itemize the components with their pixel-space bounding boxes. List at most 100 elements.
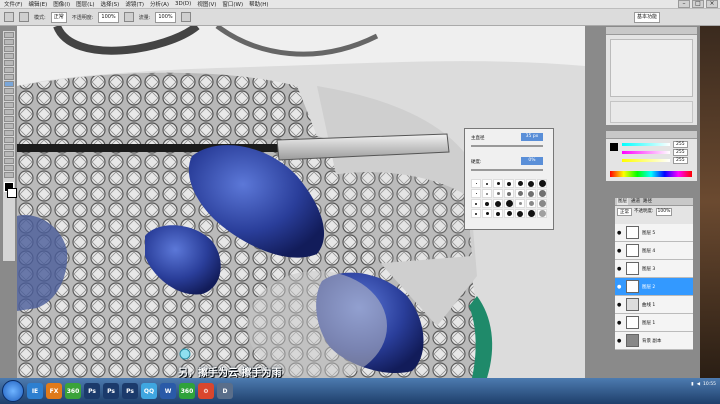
taskbar-360-icon[interactable]: 360 [179, 383, 195, 399]
menu-analysis[interactable]: 分析(A) [150, 0, 169, 8]
brush-preset[interactable] [526, 189, 536, 198]
brush-preset[interactable] [537, 179, 547, 188]
3d-rotate-tool-icon[interactable] [4, 158, 14, 164]
history-brush-tool-icon[interactable] [4, 95, 14, 101]
taskbar-qq-icon[interactable]: QQ [141, 383, 157, 399]
tab-channels[interactable]: 通道 [631, 198, 640, 205]
brush-preset[interactable] [537, 189, 547, 198]
opacity-field[interactable]: 100% [98, 11, 119, 23]
tray-network-icon[interactable]: ▮ [691, 382, 693, 387]
layer-row[interactable]: ● 图层 5 [615, 224, 693, 242]
hand-tool-icon[interactable] [4, 165, 14, 171]
gradient-tool-icon[interactable] [4, 109, 14, 115]
blend-mode-select[interactable]: 正常 [617, 208, 632, 216]
brush-preset[interactable] [504, 199, 514, 208]
background-color-swatch[interactable] [7, 188, 17, 198]
brush-preset[interactable] [482, 179, 492, 188]
zoom-tool-icon[interactable] [4, 172, 14, 178]
layer-opacity-field[interactable]: 100% [655, 208, 673, 216]
pressure-opacity-icon[interactable] [123, 12, 134, 22]
move-tool-icon[interactable] [4, 32, 14, 38]
tray-clock[interactable]: 10:55 [703, 382, 716, 387]
hardness-field[interactable]: 0% [521, 157, 543, 165]
flow-field[interactable]: 100% [155, 11, 176, 23]
brush-preset[interactable] [493, 199, 503, 208]
menu-image[interactable]: 图像(I) [53, 0, 70, 8]
brush-preset[interactable] [482, 189, 492, 198]
eye-icon[interactable]: ● [617, 230, 623, 236]
healing-tool-icon[interactable] [4, 74, 14, 80]
fg-color-swatch[interactable] [610, 143, 618, 151]
tray-volume-icon[interactable]: ◀ [697, 382, 700, 387]
brush-preset[interactable] [504, 209, 514, 218]
menu-3d[interactable]: 3D(D) [175, 1, 191, 7]
quick-select-tool-icon[interactable] [4, 53, 14, 59]
brush-preset[interactable] [537, 199, 547, 208]
taskbar-ie-icon[interactable]: IE [27, 383, 43, 399]
layer-row[interactable]: ● 图层 4 [615, 242, 693, 260]
eye-icon[interactable]: ● [617, 302, 623, 308]
brush-preset[interactable] [471, 189, 481, 198]
brush-preset[interactable] [482, 199, 492, 208]
menu-view[interactable]: 视图(V) [197, 0, 216, 8]
eye-icon[interactable]: ● [617, 248, 623, 254]
mode-select[interactable]: 正常 [50, 11, 67, 23]
type-tool-icon[interactable] [4, 137, 14, 143]
layer-row[interactable]: ● 曲线 1 [615, 296, 693, 314]
taskbar-photoshop-icon[interactable]: Ps [84, 383, 100, 399]
close-button[interactable]: × [706, 0, 718, 8]
dodge-tool-icon[interactable] [4, 123, 14, 129]
menu-edit[interactable]: 编辑(E) [28, 0, 47, 8]
eye-icon[interactable]: ● [617, 338, 623, 344]
taskbar-photoshop-icon[interactable]: Ps [122, 383, 138, 399]
menu-file[interactable]: 文件(F) [4, 0, 22, 8]
diameter-field[interactable]: 35 px [521, 133, 543, 141]
brush-preset[interactable] [493, 209, 503, 218]
value-b[interactable]: 255 [673, 157, 688, 164]
brush-preset[interactable] [537, 209, 547, 218]
menu-layer[interactable]: 图层(L) [76, 0, 94, 8]
tab-layers[interactable]: 图层 [617, 198, 628, 205]
layer-row[interactable]: ● 图层 3 [615, 260, 693, 278]
brush-preset[interactable] [526, 179, 536, 188]
layer-row[interactable]: ● 图层 1 [615, 314, 693, 332]
crop-tool-icon[interactable] [4, 60, 14, 66]
taskbar-firefox-icon[interactable]: FX [46, 383, 62, 399]
hardness-slider[interactable] [471, 169, 543, 171]
clone-stamp-tool-icon[interactable] [4, 88, 14, 94]
color-spectrum[interactable] [610, 171, 692, 177]
brush-preset[interactable] [504, 179, 514, 188]
blur-tool-icon[interactable] [4, 116, 14, 122]
path-select-tool-icon[interactable] [4, 144, 14, 150]
diameter-slider[interactable] [471, 145, 543, 147]
brush-preset[interactable] [515, 209, 525, 218]
taskbar-photoshop-icon[interactable]: Ps [103, 383, 119, 399]
eye-icon[interactable]: ● [617, 320, 623, 326]
menu-help[interactable]: 帮助(H) [249, 0, 268, 8]
start-button[interactable] [2, 380, 24, 402]
airbrush-icon[interactable] [180, 12, 191, 22]
value-g[interactable]: 255 [673, 149, 688, 156]
menu-filter[interactable]: 滤镜(T) [125, 0, 144, 8]
eye-icon[interactable]: ● [617, 284, 623, 290]
brush-preset[interactable] [515, 179, 525, 188]
shape-tool-icon[interactable] [4, 151, 14, 157]
brush-preset[interactable] [515, 199, 525, 208]
layer-row-selected[interactable]: ● 图层 2 [615, 278, 693, 296]
tab-paths[interactable]: 路径 [643, 198, 652, 205]
brush-preset[interactable] [515, 189, 525, 198]
brush-tool-icon[interactable] [4, 81, 14, 87]
value-r[interactable]: 255 [673, 141, 688, 148]
brush-preset[interactable] [504, 189, 514, 198]
minimize-button[interactable]: – [678, 0, 690, 8]
taskbar-settings-icon[interactable]: ⚙ [198, 383, 214, 399]
taskbar-app-icon[interactable]: D [217, 383, 233, 399]
brush-tool-icon[interactable] [4, 12, 14, 22]
slider-r[interactable] [622, 143, 670, 146]
marquee-tool-icon[interactable] [4, 39, 14, 45]
slider-b[interactable] [622, 159, 670, 162]
taskbar-360-icon[interactable]: 360 [65, 383, 81, 399]
maximize-button[interactable]: □ [692, 0, 704, 8]
menu-window[interactable]: 窗口(W) [222, 0, 243, 8]
brush-preset[interactable] [493, 189, 503, 198]
